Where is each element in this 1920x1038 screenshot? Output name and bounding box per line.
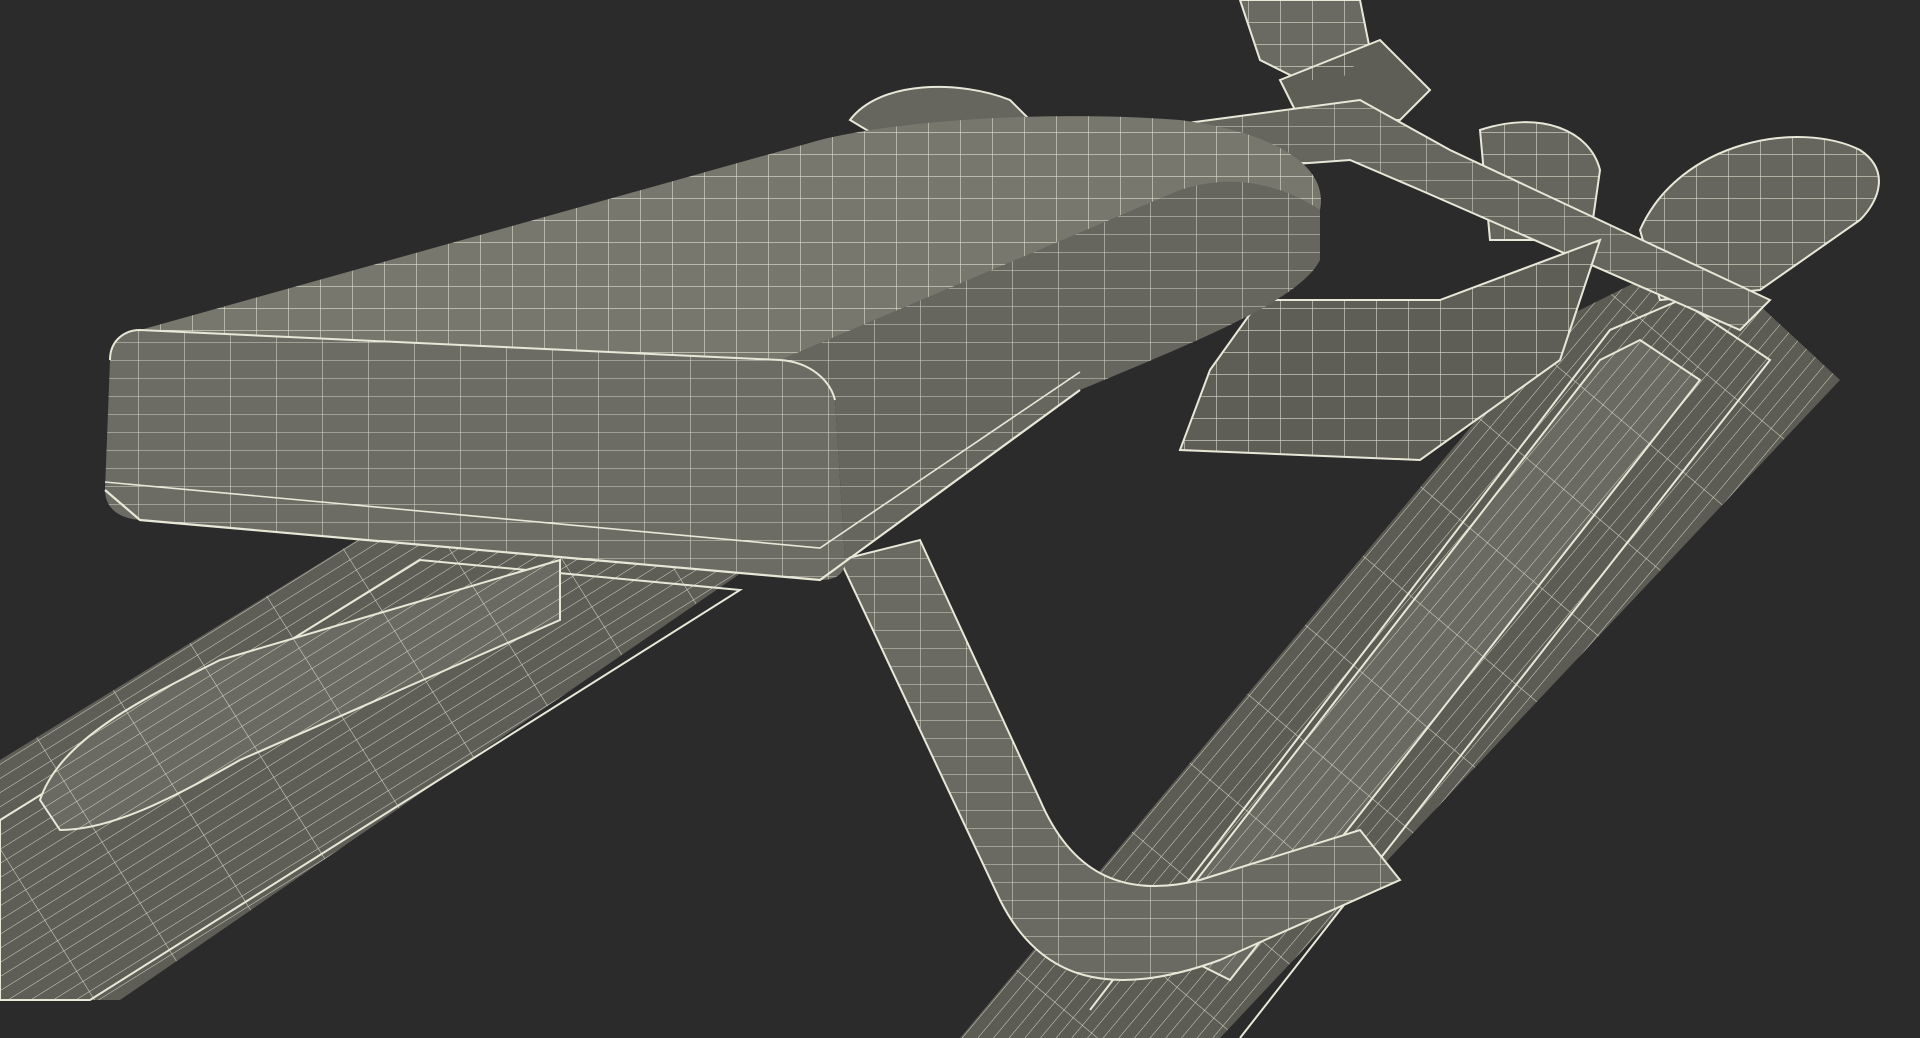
wireframe-render-scene xyxy=(0,0,1920,1038)
